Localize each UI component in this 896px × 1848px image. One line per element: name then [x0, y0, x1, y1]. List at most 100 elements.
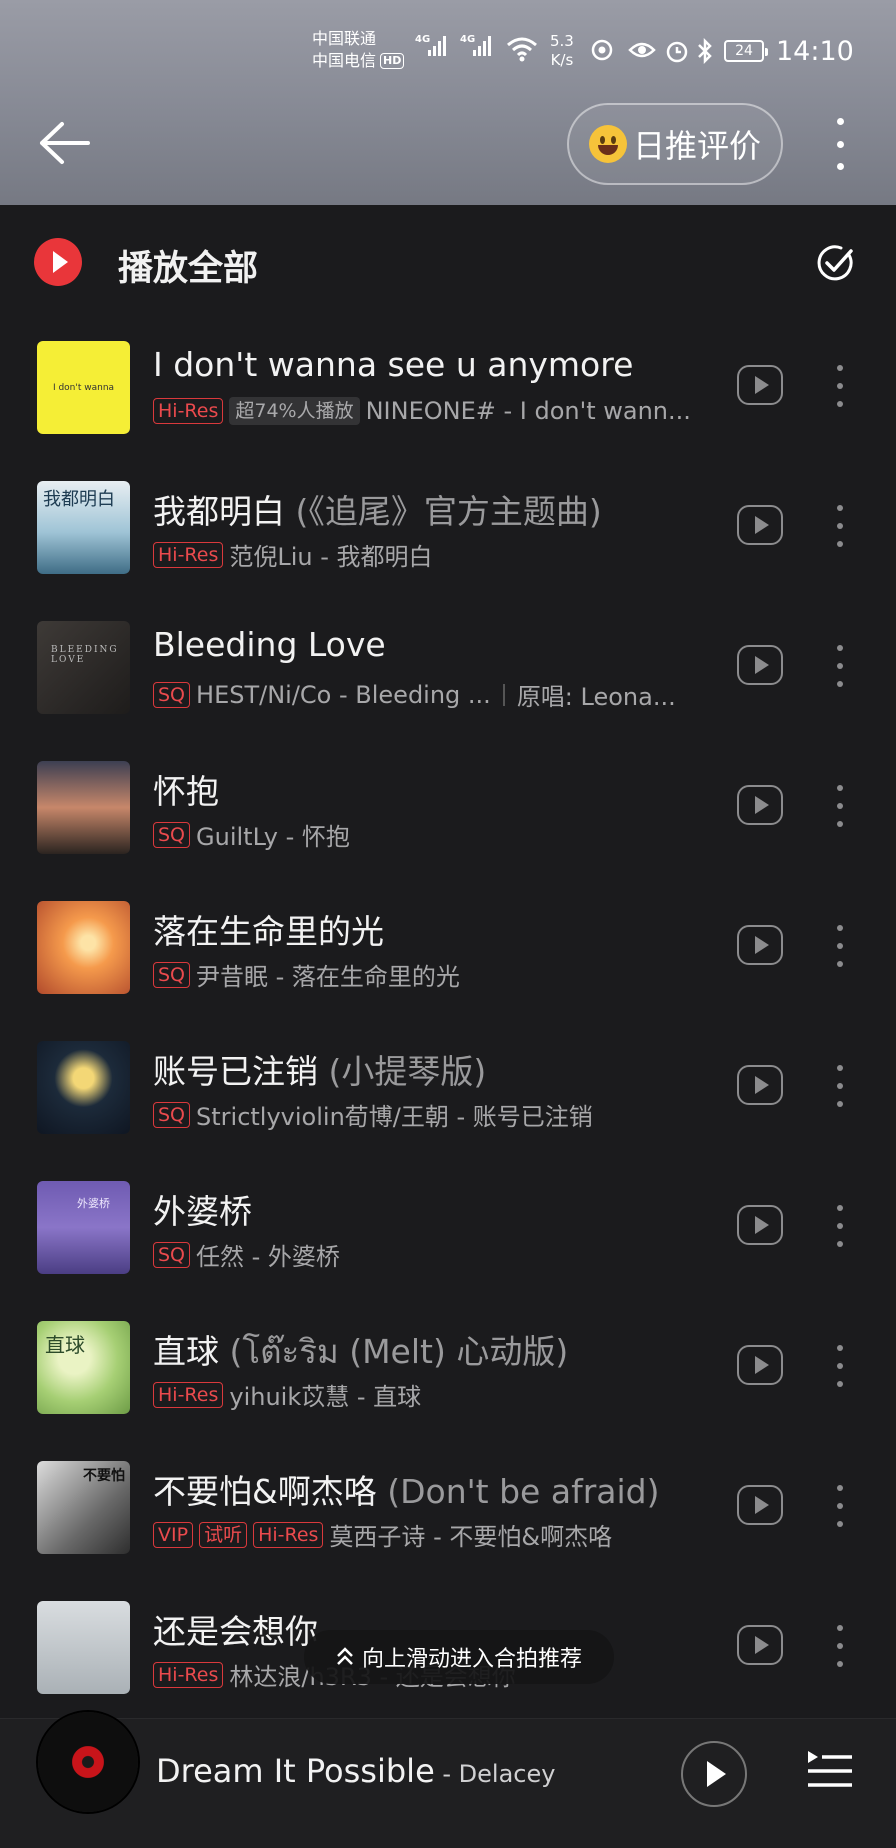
song-row[interactable]: 直球 直球 (โต๊ะริม (Melt) 心动版) Hi-Res yihuik…	[0, 1321, 896, 1461]
album-cover: 我都明白	[37, 481, 130, 574]
artist-line: yihuik苡慧 - 直球	[229, 1383, 422, 1411]
album-cover	[37, 1601, 130, 1694]
album-cover	[37, 1041, 130, 1134]
album-disc[interactable]	[38, 1712, 138, 1812]
quality-tag: SQ	[153, 821, 191, 848]
song-more-icon[interactable]	[835, 365, 845, 407]
signal-icon	[428, 36, 446, 56]
sync-icon	[591, 39, 613, 61]
grinning-emoji-icon	[588, 125, 627, 163]
song-meta: SQ Strictlyviolin荀博/王朝 - 账号已注销	[153, 1097, 713, 1132]
song-more-icon[interactable]	[835, 1625, 845, 1667]
song-row[interactable]: 落在生命里的光 SQ 尹昔眠 - 落在生命里的光	[0, 901, 896, 1041]
artist-line: 尹昔眠 - 落在生命里的光	[196, 963, 460, 991]
video-play-icon[interactable]	[737, 1625, 783, 1665]
song-meta: SQ GuiltLy - 怀抱	[153, 817, 713, 852]
song-title: 不要怕&啊杰咯 (Don't be afraid)	[153, 1472, 660, 1511]
video-play-icon[interactable]	[737, 645, 783, 685]
song-row[interactable]: 账号已注销 (小提琴版) SQ Strictlyviolin荀博/王朝 - 账号…	[0, 1041, 896, 1181]
video-play-icon[interactable]	[737, 925, 783, 965]
quality-tag: SQ	[153, 1241, 191, 1268]
album-cover: BLEEDING LOVE	[37, 621, 130, 714]
song-title: 账号已注销 (小提琴版)	[153, 1052, 487, 1091]
song-row[interactable]: 我都明白 我都明白 (《追尾》官方主题曲) Hi-Res 范倪Liu - 我都明…	[0, 481, 896, 621]
song-meta: Hi-Res 范倪Liu - 我都明白	[153, 537, 713, 572]
more-options-icon[interactable]	[826, 118, 854, 170]
album-cover	[37, 901, 130, 994]
signal-icon	[473, 36, 491, 56]
quality-tag: Hi-Res	[253, 1521, 324, 1548]
song-meta: SQ 任然 - 外婆桥	[153, 1237, 713, 1272]
song-row[interactable]: I don't wanna I don't wanna see u anymor…	[0, 341, 896, 481]
vip-tag: VIP	[153, 1521, 194, 1548]
carrier-2: 中国电信	[312, 51, 377, 70]
video-play-icon[interactable]	[737, 505, 783, 545]
now-playing-title: Dream It Possible	[156, 1752, 435, 1790]
song-more-icon[interactable]	[835, 1065, 845, 1107]
toast-label: 向上滑动进入合拍推荐	[361, 1647, 582, 1672]
video-play-icon[interactable]	[737, 365, 783, 405]
album-cover: 不要怕	[37, 1461, 130, 1554]
playlist-icon[interactable]	[806, 1748, 854, 1792]
check-circle-icon[interactable]	[815, 243, 855, 283]
daily-rating-button[interactable]: 日推评价	[567, 103, 783, 185]
song-meta: SQ HEST/Ni/Co - Bleeding ... 原唱: Leona..…	[153, 677, 713, 712]
artist-line: 莫西子诗 - 不要怕&啊杰咯	[329, 1523, 613, 1551]
video-play-icon[interactable]	[737, 1345, 783, 1385]
play-icon[interactable]	[681, 1741, 747, 1807]
play-circle-icon[interactable]	[34, 238, 82, 286]
clock: 14:10	[776, 36, 854, 67]
artist-line: NINEONE# - I don't wann...	[365, 397, 691, 425]
song-row[interactable]: 怀抱 SQ GuiltLy - 怀抱	[0, 761, 896, 901]
swipe-up-toast[interactable]: 向上滑动进入合拍推荐	[304, 1630, 614, 1684]
now-playing[interactable]: Dream It Possible - Delacey	[156, 1752, 555, 1790]
video-play-icon[interactable]	[737, 785, 783, 825]
battery-icon: 24	[724, 40, 768, 62]
song-row[interactable]: 外婆桥 外婆桥 SQ 任然 - 外婆桥	[0, 1181, 896, 1321]
video-play-icon[interactable]	[737, 1065, 783, 1105]
album-cover: 外婆桥	[37, 1181, 130, 1274]
song-meta: SQ 尹昔眠 - 落在生命里的光	[153, 957, 713, 992]
song-more-icon[interactable]	[835, 925, 845, 967]
now-playing-artist: - Delacey	[434, 1760, 556, 1788]
quality-tag: Hi-Res	[153, 398, 224, 424]
artist-line: GuiltLy - 怀抱	[196, 823, 350, 851]
separator	[502, 683, 505, 706]
back-arrow-icon[interactable]	[36, 118, 92, 168]
video-play-icon[interactable]	[737, 1205, 783, 1245]
song-more-icon[interactable]	[835, 505, 845, 547]
song-title: 我都明白 (《追尾》官方主题曲)	[153, 492, 602, 531]
album-cover	[37, 761, 130, 854]
play-all-label[interactable]: 播放全部	[118, 240, 258, 291]
song-more-icon[interactable]	[835, 1485, 845, 1527]
quality-tag: Hi-Res	[153, 1381, 224, 1408]
song-title: 外婆桥	[153, 1192, 252, 1231]
song-more-icon[interactable]	[835, 645, 845, 687]
song-title: 怀抱	[153, 772, 219, 811]
artist-line: HEST/Ni/Co - Bleeding ...	[196, 680, 491, 709]
song-meta: Hi-Res yihuik苡慧 - 直球	[153, 1377, 713, 1412]
bluetooth-icon	[698, 38, 712, 64]
quality-tag: Hi-Res	[153, 541, 224, 568]
song-title: 落在生命里的光	[153, 912, 384, 951]
song-meta: Hi-Res 超74%人播放 NINEONE# - I don't wann..…	[153, 397, 713, 425]
eye-icon	[628, 42, 656, 58]
song-title: I don't wanna see u anymore	[153, 345, 634, 384]
artist-line: 范倪Liu - 我都明白	[229, 543, 433, 571]
network-speed: 5.3 K/s	[550, 32, 574, 69]
wifi-icon	[507, 37, 537, 62]
album-cover: 直球	[37, 1321, 130, 1414]
popularity-badge: 超74%人播放	[229, 397, 360, 425]
song-row[interactable]: 不要怕 不要怕&啊杰咯 (Don't be afraid) VIP 试听 Hi-…	[0, 1461, 896, 1601]
original-singer: 原唱: Leona...	[516, 683, 676, 711]
carrier-1: 中国联通	[312, 29, 377, 48]
video-play-icon[interactable]	[737, 1485, 783, 1525]
song-more-icon[interactable]	[835, 1345, 845, 1387]
artist-line: 任然 - 外婆桥	[196, 1243, 340, 1271]
quality-tag: SQ	[153, 1101, 191, 1128]
hd-badge: HD	[380, 53, 405, 69]
song-more-icon[interactable]	[835, 1205, 845, 1247]
double-chevron-up-icon	[337, 1647, 353, 1665]
song-more-icon[interactable]	[835, 785, 845, 827]
song-row[interactable]: BLEEDING LOVE Bleeding Love SQ HEST/Ni/C…	[0, 621, 896, 761]
